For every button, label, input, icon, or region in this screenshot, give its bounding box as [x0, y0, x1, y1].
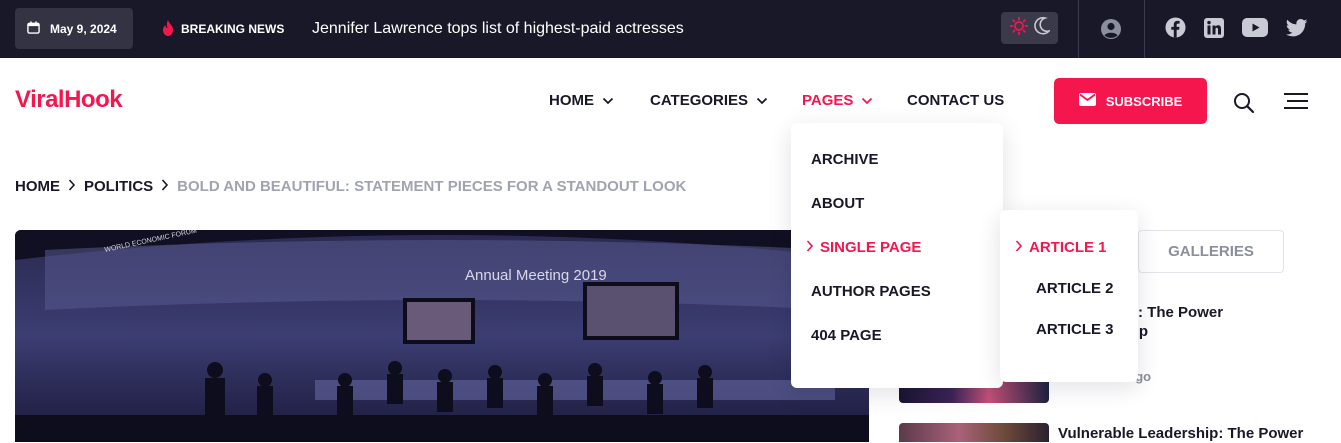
submenu-item-article-2[interactable]: ARTICLE 2	[1036, 280, 1114, 297]
chevron-right-icon	[161, 178, 169, 195]
calendar-icon	[27, 20, 40, 37]
date-text: May 9, 2024	[50, 21, 117, 36]
nav-item-label[interactable]: HOME	[549, 92, 594, 109]
dropdown-item-about[interactable]: ABOUT	[811, 195, 864, 212]
search-icon[interactable]	[1233, 92, 1255, 119]
divider	[1144, 0, 1145, 58]
dropdown-item-404-page[interactable]: 404 PAGE	[811, 327, 882, 344]
submenu-item-label[interactable]: ARTICLE 1	[1029, 239, 1107, 256]
chevron-right-icon	[806, 239, 814, 256]
subscribe-label[interactable]: SUBSCRIBE	[1106, 94, 1183, 109]
submenu-item-article-1[interactable]: ARTICLE 1	[1015, 239, 1107, 256]
chevron-down-icon	[756, 92, 768, 109]
nav-item-home[interactable]: HOME	[549, 92, 614, 109]
social-links	[1165, 17, 1308, 43]
stage-banner-text: Annual Meeting 2019	[465, 267, 607, 284]
dropdown-item-author-pages[interactable]: AUTHOR PAGES	[811, 283, 931, 300]
breaking-headline[interactable]: Jennifer Lawrence tops list of highest-p…	[312, 0, 684, 58]
breaking-news-text: BREAKING NEWS	[181, 22, 285, 36]
moon-icon[interactable]	[1033, 16, 1051, 40]
linkedin-icon[interactable]	[1204, 17, 1224, 43]
chevron-down-icon	[602, 92, 614, 109]
hero-image: Annual Meeting 2019 WORLD ECONOMIC FORUM	[15, 230, 869, 442]
theme-toggle[interactable]	[1001, 12, 1058, 44]
nav-item-label[interactable]: CONTACT US	[907, 92, 1004, 109]
dropdown-item-label[interactable]: SINGLE PAGE	[820, 239, 921, 256]
divider	[1078, 0, 1079, 58]
envelope-icon	[1078, 93, 1096, 109]
submenu-item-article-3[interactable]: ARTICLE 3	[1036, 321, 1114, 338]
twitter-icon[interactable]	[1285, 18, 1308, 42]
dropdown-item-archive[interactable]: ARCHIVE	[811, 151, 879, 168]
conference-photo: Annual Meeting 2019 WORLD ECONOMIC FORUM	[15, 230, 869, 442]
breadcrumb: HOME POLITICS BOLD AND BEAUTIFUL: STATEM…	[15, 178, 686, 195]
sidebar-post-title[interactable]: Vulnerable Leadership: The Power	[1058, 424, 1303, 443]
chevron-right-icon	[1015, 239, 1023, 256]
chevron-right-icon	[68, 178, 76, 195]
facebook-icon[interactable]	[1165, 17, 1186, 43]
sun-icon[interactable]	[1009, 16, 1028, 40]
chevron-down-icon	[861, 92, 873, 109]
nav-item-categories[interactable]: CATEGORIES	[650, 92, 768, 109]
site-logo[interactable]: ViralHook	[15, 86, 123, 114]
user-icon[interactable]	[1100, 18, 1122, 45]
main-nav: ViralHook HOME CATEGORIES PAGES CONTACT …	[0, 58, 1341, 146]
sidebar-post-thumbnail[interactable]	[899, 423, 1049, 442]
subscribe-button[interactable]: SUBSCRIBE	[1054, 78, 1207, 124]
pages-dropdown: ARCHIVE ABOUT SINGLE PAGE AUTHOR PAGES 4…	[791, 123, 1003, 388]
breadcrumb-home[interactable]: HOME	[15, 178, 60, 195]
tab-galleries[interactable]: GALLERIES	[1138, 230, 1284, 273]
nav-item-label[interactable]: PAGES	[802, 92, 853, 109]
single-page-submenu: ARTICLE 1 ARTICLE 2 ARTICLE 3	[1000, 210, 1138, 382]
fire-icon	[161, 19, 175, 39]
hamburger-menu-icon[interactable]	[1284, 93, 1308, 114]
nav-item-contact[interactable]: CONTACT US	[907, 92, 1004, 109]
dropdown-item-single-page[interactable]: SINGLE PAGE	[806, 239, 921, 256]
date-badge: May 9, 2024	[15, 8, 133, 49]
top-bar: May 9, 2024 BREAKING NEWS Jennifer Lawre…	[0, 0, 1341, 58]
nav-item-pages[interactable]: PAGES	[802, 92, 873, 109]
breaking-news-label: BREAKING NEWS	[161, 0, 284, 58]
breadcrumb-current: BOLD AND BEAUTIFUL: STATEMENT PIECES FOR…	[177, 178, 687, 195]
breadcrumb-section[interactable]: POLITICS	[84, 178, 153, 195]
youtube-icon[interactable]	[1242, 18, 1268, 42]
nav-item-label[interactable]: CATEGORIES	[650, 92, 748, 109]
